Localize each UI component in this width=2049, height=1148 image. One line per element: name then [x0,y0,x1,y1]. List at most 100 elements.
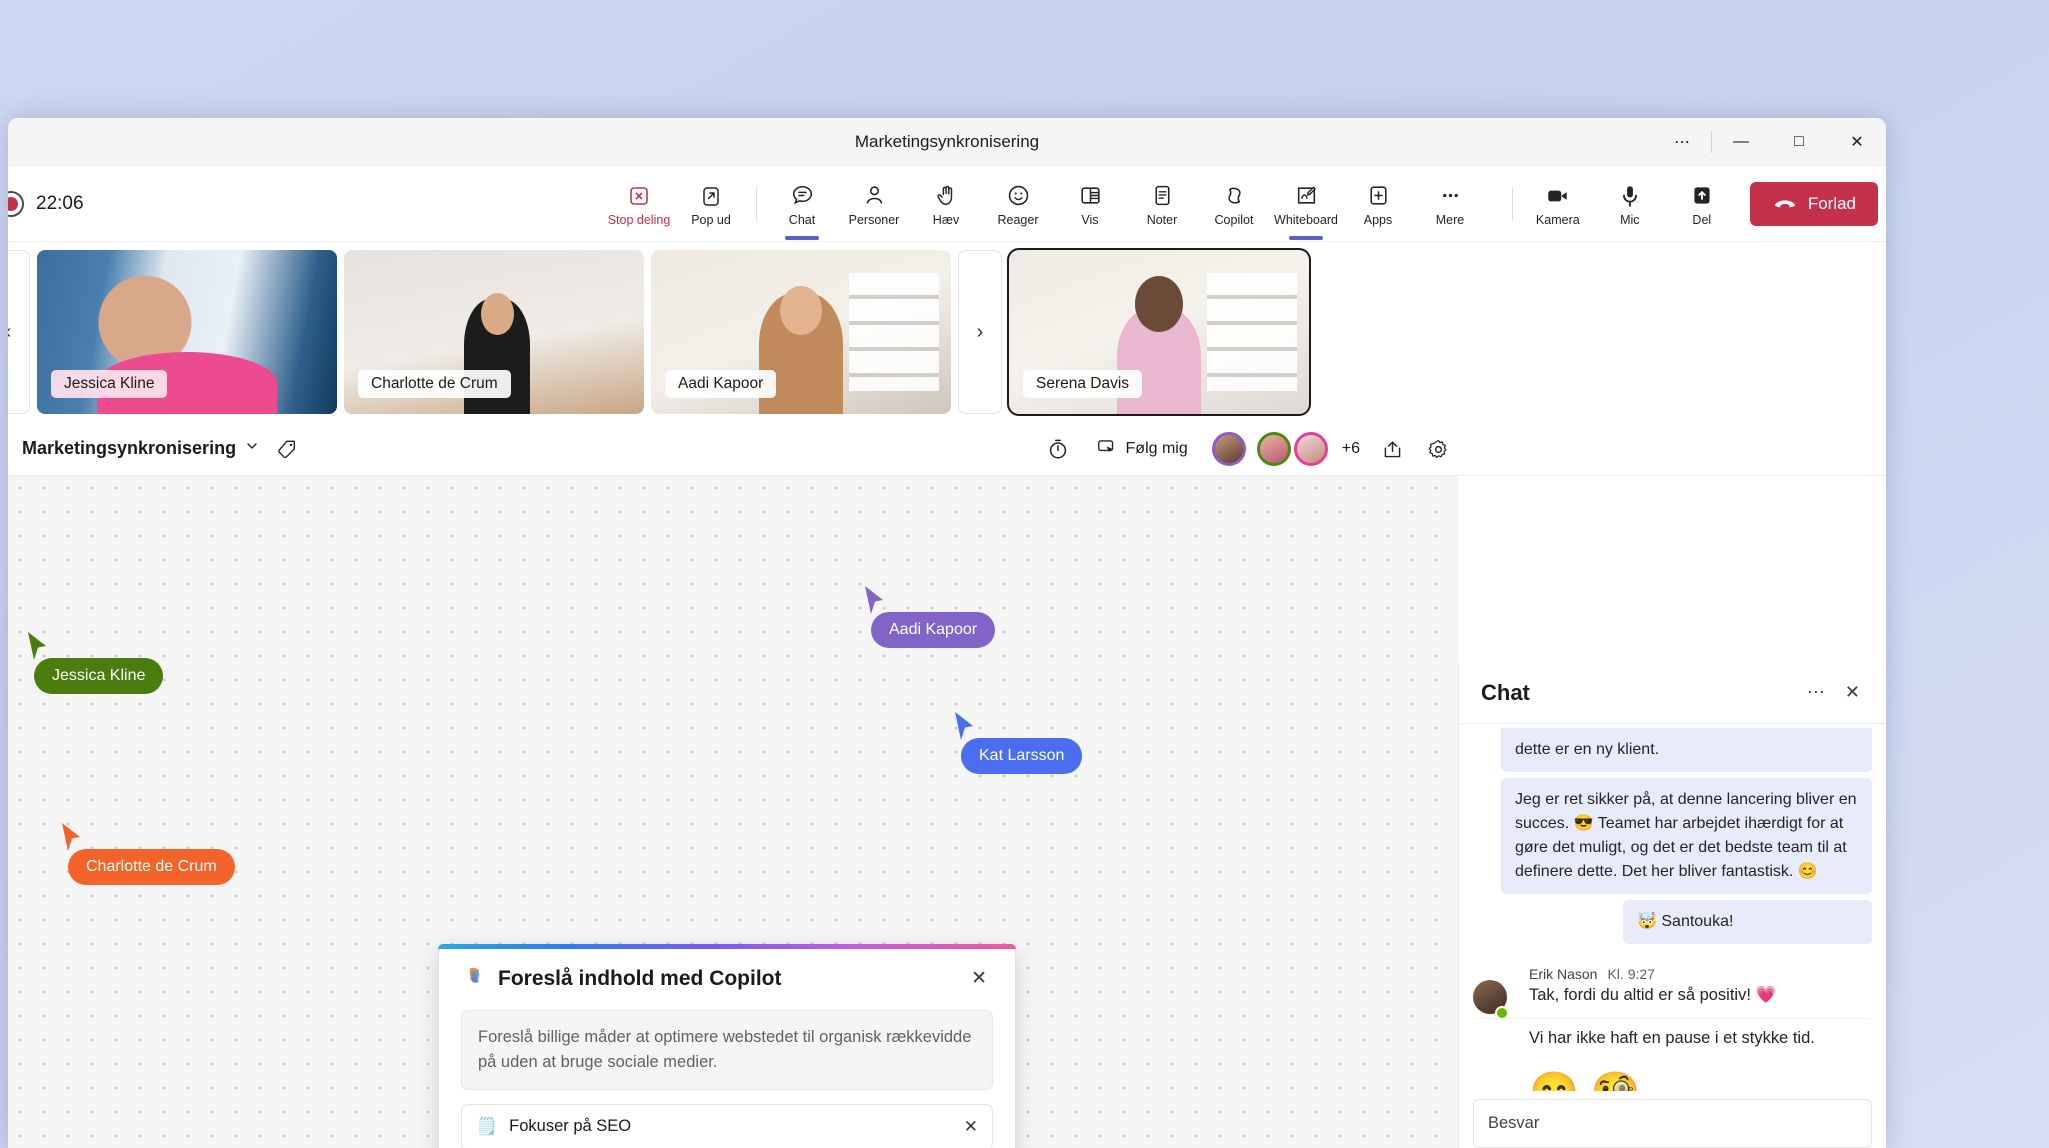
window-more-button[interactable]: ⋯ [1653,118,1711,166]
chat-message-list[interactable]: dette er en ny klient. Jeg er ret sikker… [1459,724,1886,1091]
tab-more-label: Mere [1435,212,1465,227]
tab-whiteboard-active-indicator [1289,236,1323,240]
pop-out-label: Pop ud [691,212,731,227]
reaction-icon [1006,182,1031,210]
avatar-overflow-count[interactable]: +6 [1342,440,1360,458]
gear-icon[interactable] [1418,429,1458,469]
tab-whiteboard[interactable]: Whiteboard [1270,171,1342,240]
leave-meeting-label: Forlad [1807,194,1856,213]
apps-icon [1366,182,1391,210]
chat-message-erik-nason: Erik Nason Kl. 9:27 Tak, fordi du altid e… [1473,960,1872,1020]
avatar-wrap [1473,960,1509,1020]
stop-sharing-label: Stop deling [607,212,671,227]
cursor-label: Aadi Kapoor [871,612,996,648]
presence-available-icon [1495,1005,1509,1020]
copilot-prompt-text[interactable]: Foreslå billige måder at optimere webste… [461,1010,993,1090]
stop-share-icon [627,182,651,210]
camera-icon [1545,182,1571,210]
tab-react-label: Reager [997,212,1039,227]
follow-me-icon [1096,436,1118,463]
participant-tile-jessica-kline[interactable]: Jessica Kline [37,250,337,414]
share-label: Del [1692,212,1712,227]
collaborator-avatars[interactable] [1211,432,1328,466]
avatar[interactable] [1256,432,1291,466]
minimize-button[interactable]: — [1712,118,1770,166]
reaction-emoji[interactable]: 🧐 [1591,1073,1641,1091]
whiteboard-title: Marketingsynkronisering [22,438,237,458]
participant-tile-aadi-kapoor[interactable]: Aadi Kapoor [651,250,951,414]
tab-react[interactable]: Reager [982,171,1054,237]
chat-message-text: Tak, fordi du altid er så positiv! 💗 [1529,986,1777,1004]
avatar[interactable] [1211,432,1246,466]
tab-copilot[interactable]: Copilot [1198,171,1270,237]
participant-name-label: Charlotte de Crum [358,370,511,398]
raise-hand-icon [934,182,959,210]
view-layout-icon [1078,182,1103,210]
follow-me-button[interactable]: Følg mig [1084,429,1200,469]
cursor-label: Jessica Kline [34,658,164,694]
copilot-logo-icon [461,963,487,994]
pop-out-button[interactable]: Pop ud [675,171,747,237]
tab-chat-active-indicator [785,236,819,240]
filmstrip-next-button[interactable]: › [958,250,1002,414]
chat-reply-input[interactable]: Besvar [1473,1099,1872,1148]
reaction-emoji[interactable]: 😁 [1529,1073,1579,1091]
meeting-toolbar: 22:06 Stop deling Pop ud Chat Personer H… [8,166,1886,242]
tab-notes[interactable]: Noter [1126,171,1198,237]
chat-more-button[interactable]: ⋯ [1797,676,1835,709]
mic-button[interactable]: Mic [1594,171,1666,237]
whiteboard-and-chat: Marketingsynkronisering Følg mig +6 Jess… [8,422,1886,1148]
chat-panel: Chat ⋯ ✕ dette er en ny klient. Jeg er r… [1458,662,1886,1148]
participant-tile-serena-davis[interactable]: Serena Davis [1007,248,1311,416]
camera-button[interactable]: Kamera [1522,171,1594,237]
tab-notes-label: Noter [1146,212,1178,227]
chat-reactions: 😁 🧐 [1473,1063,1872,1091]
stop-sharing-button[interactable]: Stop deling [603,171,675,237]
pop-out-icon [699,182,723,210]
tab-copilot-label: Copilot [1214,212,1254,227]
right-tools-divider [1511,187,1513,221]
participant-name-label: Aadi Kapoor [665,370,777,398]
chat-message-card: Erik Nason Kl. 9:27 Tak, fordi du altid e… [1517,960,1872,1018]
close-button[interactable]: ✕ [1828,118,1886,166]
share-button[interactable]: Del [1666,171,1738,237]
tab-view-label: Vis [1081,212,1099,227]
copilot-close-button[interactable]: ✕ [965,965,993,992]
window-controls: ⋯ — □ ✕ [1653,118,1886,166]
suggestion-item[interactable]: 🗒️ Fokuser på SEO ✕ [461,1103,993,1148]
copilot-suggest-content-dialog: Foreslå indhold med Copilot ✕ Foreslå bi… [438,944,1016,1148]
timer-icon[interactable] [1038,429,1078,469]
filmstrip-prev-button[interactable]: ‹ [8,250,30,414]
avatar[interactable] [1293,432,1328,466]
tab-apps[interactable]: Apps [1342,171,1414,237]
follow-me-label: Følg mig [1125,440,1188,457]
chevron-down-icon [245,439,259,458]
record-dot-icon [8,191,24,217]
share-icon[interactable] [1372,429,1412,469]
tab-more[interactable]: Mere [1414,171,1486,237]
maximize-button[interactable]: □ [1770,118,1828,166]
chat-followup-text: Vi har ikke haft en pause i et stykke ti… [1473,1017,1872,1063]
hangup-icon [1772,189,1798,220]
tab-people[interactable]: Personer [838,171,910,237]
recording-indicator: 22:06 [8,166,84,242]
copilot-dialog-title: Foreslå indhold med Copilot [498,966,782,990]
participant-tile-charlotte-de-crum[interactable]: Charlotte de Crum [344,250,644,414]
cursor-label: Charlotte de Crum [68,849,235,885]
tab-apps-label: Apps [1363,212,1393,227]
tag-icon[interactable] [267,429,307,469]
chat-bubble: Jeg er ret sikker på, at denne lancering… [1501,778,1872,894]
meeting-controls-right: Kamera Mic Del Forlad [1503,166,1878,242]
chat-close-button[interactable]: ✕ [1835,676,1870,709]
whiteboard-title-menu[interactable]: Marketingsynkronisering [8,438,259,459]
toolbar-divider [756,187,757,221]
tab-view[interactable]: Vis [1054,171,1126,237]
leave-meeting-button[interactable]: Forlad [1749,182,1878,226]
whiteboard-icon [1294,182,1319,210]
tab-chat[interactable]: Chat [766,171,838,240]
tab-whiteboard-label: Whiteboard [1274,212,1338,227]
tab-raise-hand[interactable]: Hæv [910,171,982,237]
cursor-kat-larsson: Kat Larsson [953,710,1083,774]
tab-raise-hand-label: Hæv [932,212,960,227]
remove-suggestion-button[interactable]: ✕ [964,1117,978,1137]
